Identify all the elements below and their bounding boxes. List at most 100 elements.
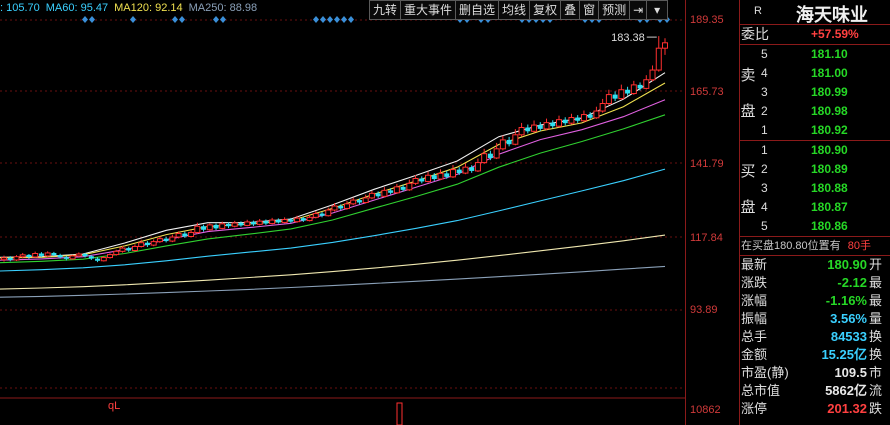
stat-next-label: 市: [869, 365, 883, 380]
candle: [406, 179, 413, 191]
stat-label: 最新: [741, 257, 768, 272]
candle: [169, 234, 176, 243]
stat-value: 109.5: [834, 365, 867, 380]
ask-level: 2: [761, 104, 768, 118]
stat-value: 5862亿: [825, 383, 867, 398]
candle: [662, 38, 668, 55]
ask-row[interactable]: 3 180.99: [739, 83, 890, 102]
toolbar-button[interactable]: 复权: [529, 0, 562, 20]
ask-book: 卖盘 5 181.10 4 181.00 3 180.99 2 180.98 1 180.92: [739, 45, 890, 141]
volume-bar: [396, 402, 403, 425]
candle: [593, 106, 600, 119]
candle: [281, 217, 288, 224]
toolbar-button[interactable]: 窗: [579, 0, 600, 20]
weibi-label: 委比: [741, 26, 769, 42]
candle: [625, 86, 631, 96]
ask-row[interactable]: 2 180.98: [739, 102, 890, 121]
stat-value: 201.32: [827, 401, 867, 416]
stat-row: 振幅 3.56% 量: [739, 310, 890, 328]
price-axis-label: 189.35: [690, 14, 724, 26]
ma-line-ma10: [0, 82, 666, 259]
candle: [350, 197, 357, 206]
toolbar-button[interactable]: 均线: [498, 0, 531, 20]
indicator-label: qL: [108, 400, 120, 412]
bid-row[interactable]: 3 180.88: [739, 179, 890, 198]
toolbar-button[interactable]: 重大事件: [400, 0, 457, 20]
ma-line-ma120: [0, 234, 666, 290]
candle: [144, 241, 150, 248]
stat-row: 涨跌 -2.12 最: [739, 274, 890, 292]
candle: [437, 169, 444, 181]
stat-value: 180.90: [827, 257, 867, 272]
stat-row: 总市值 5862亿流: [739, 382, 890, 400]
price-axis-label: 141.79: [690, 158, 724, 170]
kline-chart[interactable]: 183.38 qL : 105.70 MA60: 95.47 MA120: 92.14…: [0, 0, 685, 425]
bid-row[interactable]: 5 180.86: [739, 217, 890, 236]
event-marker-icon[interactable]: [313, 16, 319, 23]
candle: [343, 200, 350, 210]
bid-row[interactable]: 1 180.90: [739, 141, 890, 160]
ask-row[interactable]: 1 180.92: [739, 121, 890, 140]
candle: [655, 36, 662, 72]
event-marker-icon[interactable]: [320, 16, 326, 23]
candle: [525, 124, 531, 134]
candle: [531, 120, 538, 133]
candle: [269, 217, 276, 225]
toolbar-button[interactable]: 九转: [369, 0, 402, 20]
kline-svg[interactable]: 183.38 qL: [0, 0, 685, 425]
event-marker-icon[interactable]: [348, 16, 354, 23]
bid-level: 4: [761, 200, 768, 214]
toolbar-button[interactable]: 预测: [598, 0, 631, 20]
ask-price: 180.99: [811, 85, 848, 99]
stat-label: 涨停: [741, 401, 768, 416]
stat-value: -2.12: [837, 275, 867, 290]
ma-legend-item: MA120: 92.14: [114, 2, 183, 14]
stat-next-label: 换: [869, 329, 883, 344]
ma-legend-item: MA250: 88.98: [188, 2, 258, 14]
pin-icon[interactable]: ⇥: [629, 0, 648, 20]
candle: [599, 98, 606, 113]
ask-row[interactable]: 4 181.00: [739, 64, 890, 83]
stat-label: 金额: [741, 347, 768, 362]
candle: [26, 254, 32, 259]
bid-book: 买盘 1 180.90 2 180.89 3 180.88 4 180.87 5 180.86: [739, 141, 890, 237]
ask-level: 1: [761, 123, 768, 137]
stat-value: 3.56%: [830, 311, 867, 326]
candle: [44, 251, 51, 257]
candle: [1, 255, 7, 262]
stat-value: 15.25亿: [821, 347, 867, 362]
bid-price: 180.90: [811, 143, 848, 157]
bid-note-amount: 80手: [847, 240, 871, 252]
candle: [499, 135, 506, 151]
candle: [244, 219, 251, 227]
bid-row[interactable]: 4 180.87: [739, 198, 890, 217]
candle: [231, 220, 238, 228]
candle: [550, 120, 556, 129]
toolbar-button[interactable]: 叠: [560, 0, 581, 20]
stats-block: 最新 180.90 开涨跌 -2.12 最涨幅 -1.16% 最振幅 3.56% 量总手 8453…: [739, 256, 890, 418]
ask-price: 180.98: [811, 104, 848, 118]
candle: [449, 165, 456, 178]
candle: [537, 122, 543, 132]
price-axis-label: 93.89: [690, 304, 718, 316]
stat-next-label: 跌: [869, 401, 883, 416]
candle: [368, 190, 375, 200]
candle: [562, 117, 568, 126]
stat-label: 振幅: [741, 311, 768, 326]
bid-row[interactable]: 2 180.89: [739, 160, 890, 179]
candle: [381, 187, 388, 198]
bid-note: 在买盘180.80位置有 80手: [739, 237, 890, 256]
dropdown-arrow-icon[interactable]: ▾: [646, 0, 669, 20]
toolbar-button[interactable]: 删自选: [455, 0, 500, 20]
stat-next-label: 开: [869, 257, 883, 272]
candle: [107, 253, 114, 259]
ask-price: 180.92: [811, 123, 848, 137]
stat-label: 总手: [741, 329, 768, 344]
candle: [126, 246, 132, 252]
event-marker-icon[interactable]: [341, 16, 347, 23]
stat-row: 涨幅 -1.16% 最: [739, 292, 890, 310]
event-marker-icon[interactable]: [334, 16, 340, 23]
ma-legend: : 105.70 MA60: 95.47 MA120: 92.14 MA250: 88…: [0, 2, 263, 18]
event-marker-icon[interactable]: [327, 16, 333, 23]
ask-row[interactable]: 5 181.10: [739, 45, 890, 64]
